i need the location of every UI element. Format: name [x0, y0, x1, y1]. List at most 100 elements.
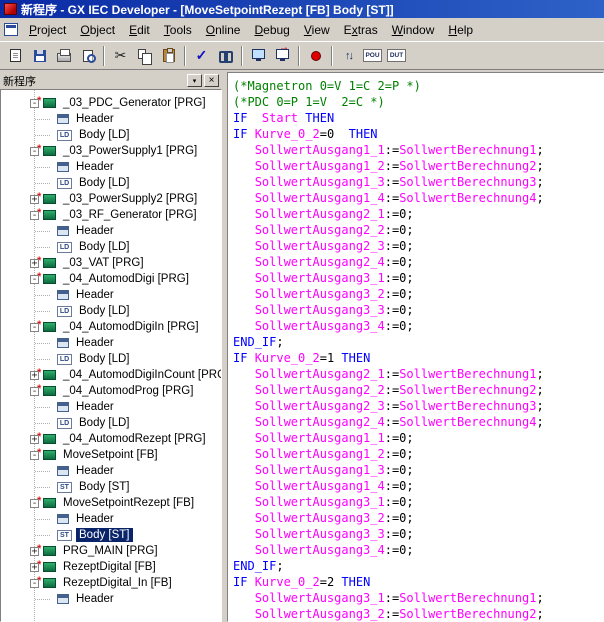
- code-line: END_IF;: [233, 334, 603, 350]
- tree-item[interactable]: -_03_PowerSupply1 [PRG]: [1, 143, 221, 159]
- expand-toggle-icon[interactable]: +: [30, 563, 39, 572]
- collapse-toggle-icon[interactable]: -: [30, 147, 39, 156]
- dut-button[interactable]: [385, 45, 408, 67]
- menu-project[interactable]: Project: [22, 20, 73, 40]
- tree-item[interactable]: Header: [1, 511, 221, 527]
- tree-item[interactable]: +_03_VAT [PRG]: [1, 255, 221, 271]
- header-icon: [57, 162, 69, 172]
- tree-item-label: Header: [73, 160, 117, 174]
- tree-item[interactable]: Header: [1, 287, 221, 303]
- tree-item[interactable]: Header: [1, 399, 221, 415]
- tree-item[interactable]: + _04_AutomodDigiInCount [PRG]: [1, 367, 221, 383]
- check-button[interactable]: [190, 45, 213, 67]
- code-line: SollwertAusgang2_1:=SollwertBerechnung1;: [233, 366, 603, 382]
- collapse-toggle-icon[interactable]: -: [30, 99, 39, 108]
- menu-extras[interactable]: Extras: [337, 20, 385, 40]
- code-editor[interactable]: (*Magnetron 0=V 1=C 2=P *)(*PDC 0=P 1=V …: [227, 72, 604, 622]
- tree-item[interactable]: Body [LD]: [1, 415, 221, 431]
- tree-item[interactable]: -_03_PDC_Generator [PRG]: [1, 95, 221, 111]
- tree-item-label: _03_PowerSupply2 [PRG]: [60, 192, 200, 206]
- tree-item[interactable]: -_03_RF_Generator [PRG]: [1, 207, 221, 223]
- menu-debug[interactable]: Debug: [247, 20, 296, 40]
- copy-button[interactable]: [133, 45, 156, 67]
- tree-item[interactable]: -MoveSetpointRezept [FB]: [1, 495, 221, 511]
- collapse-toggle-icon[interactable]: -: [30, 387, 39, 396]
- menu-edit[interactable]: Edit: [122, 20, 157, 40]
- paste-icon: [163, 49, 175, 62]
- menu-object[interactable]: Object: [73, 20, 122, 40]
- project-tree[interactable]: -_03_PDC_Generator [PRG]HeaderBody [LD]-…: [0, 89, 222, 622]
- tree-item-label: Header: [73, 592, 117, 606]
- tree-item-label: _04_AutomodDigiInCount [PRG]: [60, 368, 222, 382]
- tree-item[interactable]: Header: [1, 463, 221, 479]
- check-icon: [196, 47, 208, 64]
- tree-item[interactable]: Header: [1, 591, 221, 607]
- pou-button[interactable]: [361, 45, 384, 67]
- menu-window[interactable]: Window: [385, 20, 442, 40]
- paste-button[interactable]: [157, 45, 180, 67]
- find-button[interactable]: [214, 45, 237, 67]
- tree-item[interactable]: +RezeptDigital [FB]: [1, 559, 221, 575]
- panel-menu-button[interactable]: [187, 74, 202, 87]
- tree-item[interactable]: Header: [1, 159, 221, 175]
- tree-item[interactable]: Body [LD]: [1, 351, 221, 367]
- collapse-toggle-icon[interactable]: -: [30, 579, 39, 588]
- code-line: SollwertAusgang3_3:=0;: [233, 526, 603, 542]
- tree-item[interactable]: + _04_AutomodRezept [PRG]: [1, 431, 221, 447]
- expand-toggle-icon[interactable]: +: [30, 195, 39, 204]
- collapse-toggle-icon[interactable]: -: [30, 499, 39, 508]
- record-button[interactable]: [304, 45, 327, 67]
- menu-help[interactable]: Help: [441, 20, 480, 40]
- tree-item[interactable]: Body [ST]: [1, 527, 221, 543]
- save-button[interactable]: [28, 45, 51, 67]
- preview-button[interactable]: [76, 45, 99, 67]
- tree-item[interactable]: Body [LD]: [1, 303, 221, 319]
- tree-item[interactable]: - _04_AutomodProg [PRG]: [1, 383, 221, 399]
- transfer-button[interactable]: [271, 45, 294, 67]
- code-line: SollwertAusgang1_4:=0;: [233, 478, 603, 494]
- tree-item-label: Body [LD]: [76, 240, 133, 254]
- cut-button[interactable]: [109, 45, 132, 67]
- tree-item[interactable]: Body [LD]: [1, 175, 221, 191]
- tree-item[interactable]: + _03_PowerSupply2 [PRG]: [1, 191, 221, 207]
- collapse-toggle-icon[interactable]: -: [30, 323, 39, 332]
- panel-close-button[interactable]: [204, 74, 219, 87]
- tree-item-label: MoveSetpoint [FB]: [60, 448, 161, 462]
- tree-item[interactable]: Header: [1, 335, 221, 351]
- collapse-toggle-icon[interactable]: -: [30, 275, 39, 284]
- tree-item-label: _04_AutomodProg [PRG]: [60, 384, 196, 398]
- expand-toggle-icon[interactable]: +: [30, 547, 39, 556]
- tree-item[interactable]: +PRG_MAIN [PRG]: [1, 543, 221, 559]
- bodyLD-icon: [57, 306, 72, 317]
- pou-icon: [363, 49, 382, 62]
- tree-item[interactable]: - _04_AutomodDigiIn [PRG]: [1, 319, 221, 335]
- project-panel-header: 新程序: [0, 72, 222, 89]
- code-line: SollwertAusgang2_1:=0;: [233, 206, 603, 222]
- header-icon: [57, 402, 69, 412]
- tree-item[interactable]: -RezeptDigital_In [FB]: [1, 575, 221, 591]
- tree-item[interactable]: Body [ST]: [1, 479, 221, 495]
- expand-toggle-icon[interactable]: +: [30, 435, 39, 444]
- expand-toggle-icon[interactable]: +: [30, 371, 39, 380]
- new-pou-button[interactable]: [4, 45, 27, 67]
- tree-item[interactable]: Body [LD]: [1, 239, 221, 255]
- print-button[interactable]: [52, 45, 75, 67]
- tree-item-label: _04_AutomodRezept [PRG]: [60, 432, 209, 446]
- updown-button[interactable]: [337, 45, 360, 67]
- tree-item[interactable]: Header: [1, 111, 221, 127]
- tree-item-label: Header: [73, 288, 117, 302]
- collapse-toggle-icon[interactable]: -: [30, 211, 39, 220]
- collapse-toggle-icon[interactable]: -: [30, 451, 39, 460]
- tree-item[interactable]: - MoveSetpoint [FB]: [1, 447, 221, 463]
- tree-item[interactable]: Body [LD]: [1, 127, 221, 143]
- tree-item[interactable]: -_04_AutomodDigi [PRG]: [1, 271, 221, 287]
- code-line: SollwertAusgang3_1:=SollwertBerechnung1;: [233, 590, 603, 606]
- pou-icon: [43, 322, 56, 332]
- tree-item-label: _04_AutomodDigiIn [PRG]: [60, 320, 202, 334]
- menu-tools[interactable]: Tools: [157, 20, 199, 40]
- expand-toggle-icon[interactable]: +: [30, 259, 39, 268]
- monitor-button[interactable]: [247, 45, 270, 67]
- menu-view[interactable]: View: [297, 20, 337, 40]
- tree-item[interactable]: Header: [1, 223, 221, 239]
- menu-online[interactable]: Online: [199, 20, 248, 40]
